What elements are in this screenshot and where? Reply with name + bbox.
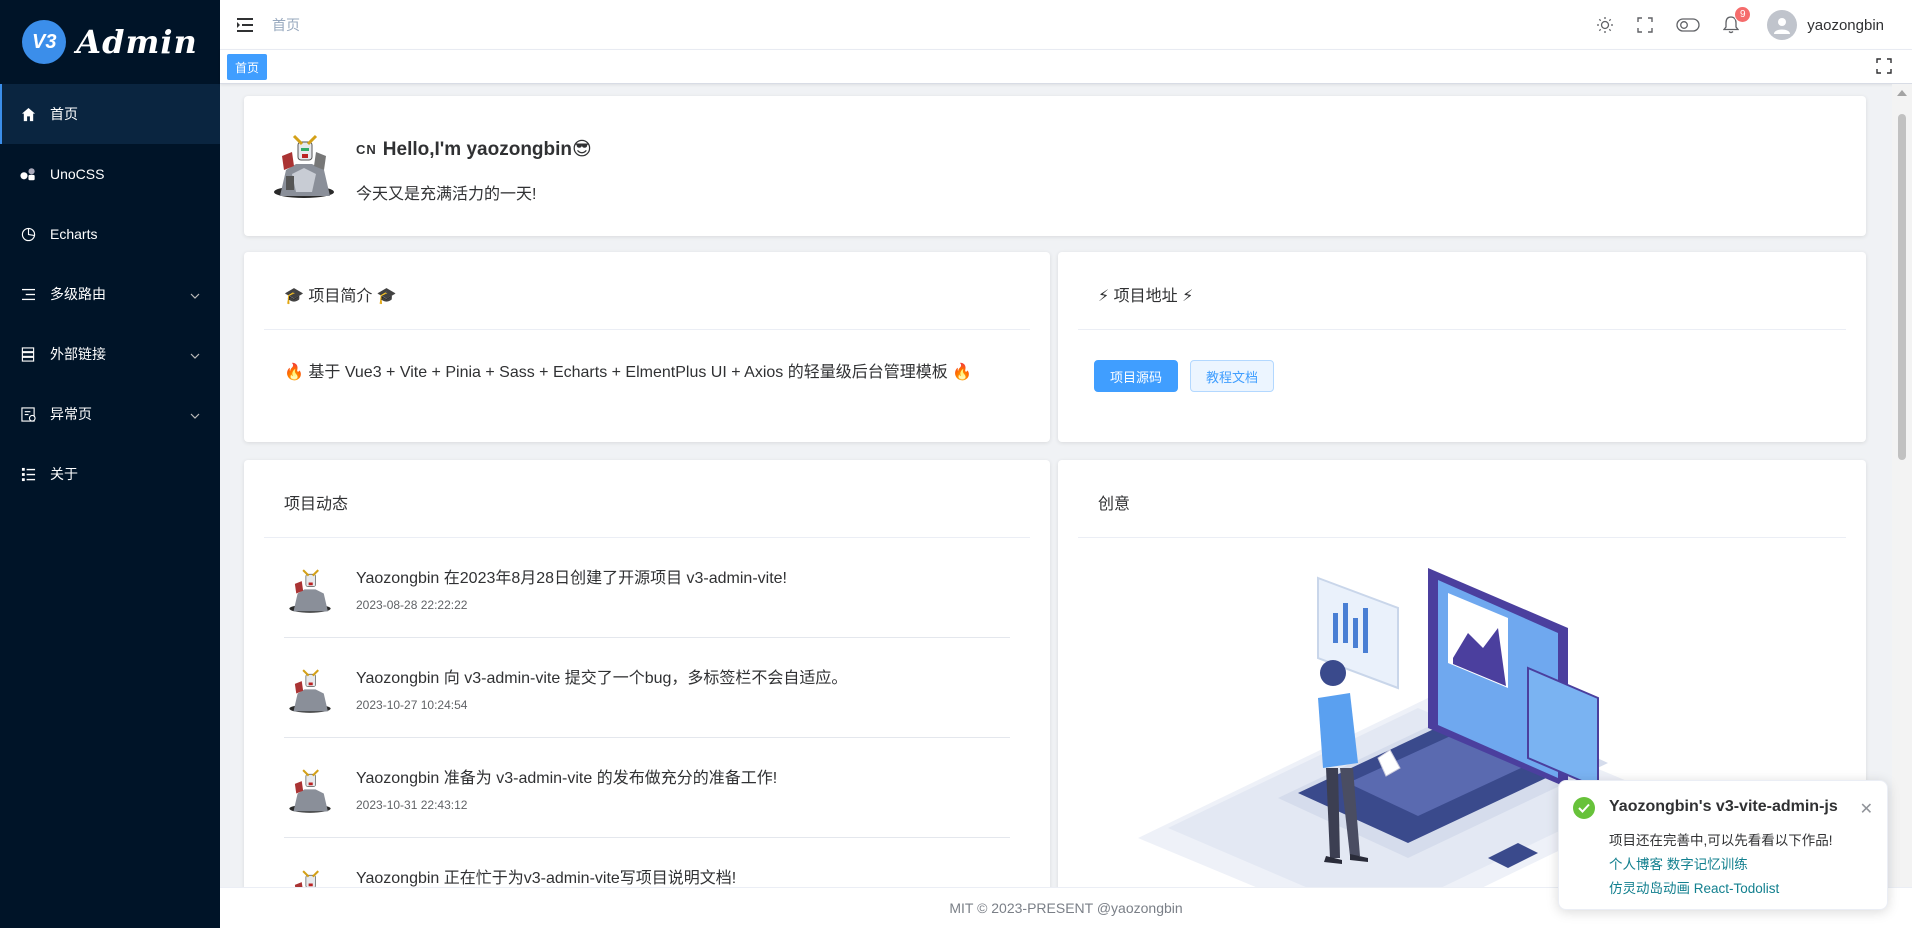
project-intro-card: 🎓 项目简介 🎓 🔥 基于 Vue3 + Vite + Pinia + Sass… <box>244 252 1050 442</box>
scrollbar-thumb[interactable] <box>1898 114 1906 460</box>
header-actions: 9 yaozongbin <box>1595 0 1884 50</box>
sidebar-item-label: 外部链接 <box>50 346 106 362</box>
dynamic-time: 2023-08-28 22:22:22 <box>356 597 468 612</box>
main-content: CN Hello,I'm yaozongbin😎 今天又是充满活力的一天! 🎓 … <box>220 84 1912 887</box>
sidebar-item-label: UnoCSS <box>50 166 105 182</box>
sidebar-item-about[interactable]: 关于 <box>0 444 220 504</box>
logo-text: Admin <box>76 23 198 61</box>
menu-icon <box>20 286 36 302</box>
scroll-up-icon[interactable] <box>1897 90 1907 96</box>
close-icon[interactable]: ✕ <box>1860 799 1873 819</box>
chevron-down-icon <box>190 406 200 422</box>
layout-switch-icon[interactable] <box>1675 15 1701 35</box>
project-address-card: ⚡ 项目地址 ⚡ 项目源码 教程文档 <box>1058 252 1866 442</box>
source-code-button[interactable]: 项目源码 <box>1094 360 1179 392</box>
gundam-avatar <box>294 870 319 887</box>
gundam-avatar <box>289 568 331 613</box>
user-avatar-icon <box>1767 10 1798 40</box>
gundam-avatar <box>289 668 331 713</box>
notification-count-badge: 9 <box>1734 6 1752 23</box>
logo-badge: V3 <box>22 20 67 64</box>
dynamic-time: 2023-10-27 10:24:54 <box>356 697 468 712</box>
sidebar-menu: 首页 UnoCSS Echarts 多级路由 外部链接 异常页 关于 <box>0 84 220 504</box>
list-item: Yaozongbin 准备为 v3-admin-vite 的发布做充分的准备工作… <box>284 738 1010 838</box>
dynamic-text: Yaozongbin 在2023年8月28日创建了开源项目 v3-admin-v… <box>356 569 787 587</box>
dynamic-text: Yaozongbin 正在忙于为v3-admin-vite写项目说明文档! <box>356 870 737 887</box>
sidebar-item-echarts[interactable]: Echarts <box>0 204 220 264</box>
dynamic-text: Yaozongbin 向 v3-admin-vite 提交了一个bug，多标签栏… <box>356 669 848 687</box>
sidebar-item-external-links[interactable]: 外部链接 <box>0 324 220 384</box>
list-item: Yaozongbin 在2023年8月28日创建了开源项目 v3-admin-v… <box>284 538 1010 638</box>
sidebar-item-unocss[interactable]: UnoCSS <box>0 144 220 204</box>
gundam-avatar <box>289 768 331 813</box>
gundam-avatar <box>272 126 336 198</box>
theme-toggle-sun-icon[interactable] <box>1595 15 1615 35</box>
tag-home[interactable]: 首页 <box>227 54 268 80</box>
project-address-title: ⚡ 项目地址 ⚡ <box>1078 252 1846 330</box>
list-item: Yaozongbin 正在忙于为v3-admin-vite写项目说明文档! <box>284 838 1010 887</box>
project-dynamics-title: 项目动态 <box>264 460 1030 538</box>
idea-title: 创意 <box>1078 460 1846 538</box>
pie-chart-icon <box>20 226 36 242</box>
notification-bell-icon[interactable]: 9 <box>1721 6 1752 35</box>
error-page-icon <box>20 406 36 422</box>
sidebar-item-home[interactable]: 首页 <box>0 84 220 144</box>
welcome-subtitle: 今天又是充满活力的一天! <box>356 186 537 203</box>
sidebar: V3 Admin 首页 UnoCSS Echarts 多级路由 外部链接 异常页… <box>0 0 220 928</box>
content-fullscreen-icon[interactable] <box>1876 58 1892 79</box>
project-intro-title: 🎓 项目简介 🎓 <box>264 252 1030 330</box>
top-header: 首页 9 yaozongbin <box>220 0 1912 50</box>
dynamics-list: Yaozongbin 在2023年8月28日创建了开源项目 v3-admin-v… <box>284 538 1010 887</box>
shapes-icon <box>20 166 36 182</box>
hamburger-icon <box>237 17 253 32</box>
user-menu[interactable]: yaozongbin <box>1767 10 1884 40</box>
sidebar-item-label: 首页 <box>50 106 78 122</box>
notification-text: 项目还在完善中,可以先看看以下作品! <box>1609 833 1833 848</box>
welcome-card: CN Hello,I'm yaozongbin😎 今天又是充满活力的一天! <box>244 96 1866 236</box>
country-flag: CN <box>356 142 377 157</box>
sidebar-toggle-button[interactable] <box>220 0 270 50</box>
notification-link-todolist[interactable]: 仿灵动岛动画 React-Todolist <box>1609 877 1833 901</box>
dynamic-time: 2023-10-31 22:43:12 <box>356 797 468 812</box>
sidebar-item-multilevel[interactable]: 多级路由 <box>0 264 220 324</box>
project-dynamics-card: 项目动态 Yaozongbin 在2023年8月28日创建了开源项目 v3-ad… <box>244 460 1050 887</box>
chevron-down-icon <box>190 346 200 362</box>
welcome-title: CN Hello,I'm yaozongbin😎 <box>356 138 592 161</box>
sidebar-item-error-pages[interactable]: 异常页 <box>0 384 220 444</box>
project-intro-text: 🔥 基于 Vue3 + Vite + Pinia + Sass + Echart… <box>284 364 973 381</box>
list-item: Yaozongbin 向 v3-admin-vite 提交了一个bug，多标签栏… <box>284 638 1010 738</box>
docs-button[interactable]: 教程文档 <box>1190 360 1275 392</box>
notification-title: Yaozongbin's v3-vite-admin-js <box>1609 798 1838 815</box>
address-buttons: 项目源码 教程文档 <box>1058 330 1866 422</box>
home-icon <box>20 106 36 122</box>
app-logo[interactable]: V3 Admin <box>0 0 220 84</box>
notification-link-blog[interactable]: 个人博客 数字记忆训练 <box>1609 853 1833 877</box>
welcome-heading: Hello,I'm yaozongbin😎 <box>382 139 592 160</box>
notification-message: 项目还在完善中,可以先看看以下作品! 个人博客 数字记忆训练 仿灵动岛动画 Re… <box>1609 829 1833 901</box>
breadcrumb[interactable]: 首页 <box>272 15 300 35</box>
success-check-icon <box>1573 797 1595 819</box>
server-icon <box>20 346 36 362</box>
dynamic-text: Yaozongbin 准备为 v3-admin-vite 的发布做充分的准备工作… <box>356 769 778 787</box>
sidebar-item-label: 异常页 <box>50 406 92 422</box>
sidebar-item-label: Echarts <box>50 226 98 242</box>
list-icon <box>20 466 36 482</box>
chevron-down-icon <box>190 286 200 302</box>
sidebar-item-label: 关于 <box>50 466 78 482</box>
tags-view-bar: 首页 <box>220 50 1912 84</box>
username: yaozongbin <box>1807 16 1884 34</box>
main-scrollbar[interactable] <box>1892 84 1912 887</box>
sidebar-item-label: 多级路由 <box>50 286 106 302</box>
fullscreen-icon[interactable] <box>1635 15 1655 35</box>
notification-toast: Yaozongbin's v3-vite-admin-js ✕ 项目还在完善中,… <box>1558 780 1888 910</box>
